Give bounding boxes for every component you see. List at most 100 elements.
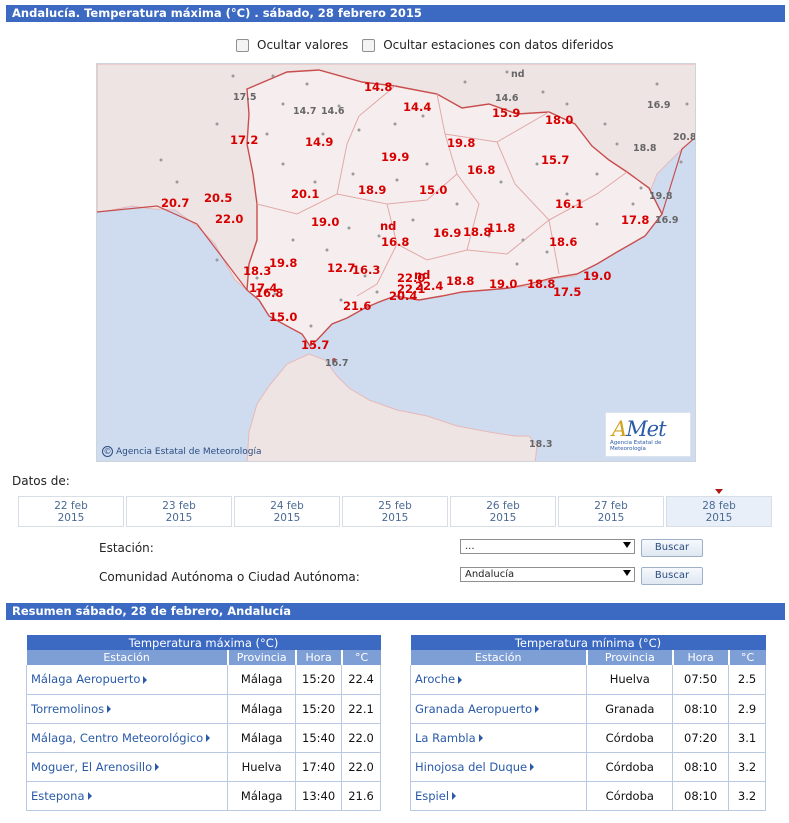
map-temperature-label[interactable]: 18.6 xyxy=(549,235,577,249)
map-temperature-label[interactable]: 16.8 xyxy=(381,235,409,249)
map-temperature-label[interactable]: 18.8 xyxy=(527,277,555,291)
map-temperature-label[interactable]: 22.0 xyxy=(215,212,243,226)
map-deferred-label[interactable]: 16.9 xyxy=(647,100,670,111)
map-temperature-label[interactable]: 15.0 xyxy=(269,310,297,324)
caret-right-icon xyxy=(107,705,112,713)
map-temperature-label[interactable]: 20.5 xyxy=(204,191,232,205)
map-temperature-label[interactable]: 14.8 xyxy=(364,80,392,94)
map-canvas: 14.8 14.4 15.9 18.0 17.2 14.9 19.9 19.8 15.7 16.8… xyxy=(97,64,696,461)
map-temperature-label[interactable]: 16.9 xyxy=(433,226,461,240)
station-link[interactable]: La Rambla xyxy=(409,723,588,753)
temperature-cell: 22.0 xyxy=(341,723,381,753)
map-temperature-label[interactable]: 21.6 xyxy=(343,299,371,313)
column-header: Provincia xyxy=(585,650,673,665)
station-link[interactable]: Hinojosa del Duque xyxy=(409,752,588,782)
map-temperature-label[interactable]: 17.5 xyxy=(553,285,581,299)
map-temperature-label[interactable]: 15.9 xyxy=(492,106,520,120)
map-deferred-label[interactable]: 18.8 xyxy=(633,143,657,154)
map-temperature-label[interactable]: 17.2 xyxy=(230,133,258,147)
map-deferred-label[interactable]: 14.7 xyxy=(293,106,316,117)
map-deferred-label[interactable]: 16.9 xyxy=(655,215,678,226)
date-tab[interactable]: 22 feb 2015 xyxy=(18,496,124,527)
time-cell: 07:20 xyxy=(672,723,730,753)
station-link[interactable]: Málaga Aeropuerto xyxy=(25,665,229,695)
map-temperature-label[interactable]: 18.3 xyxy=(243,264,271,278)
station-link[interactable]: Espiel xyxy=(409,781,588,811)
map-temperature-label[interactable]: 20.7 xyxy=(161,196,189,210)
map-temperature-label[interactable]: 16.1 xyxy=(555,197,583,211)
map-temperature-label[interactable]: 22.4 xyxy=(415,279,443,293)
map-temperature-label[interactable]: 15.7 xyxy=(301,338,329,352)
map-deferred-label[interactable]: 14.6 xyxy=(321,106,345,117)
station-link[interactable]: Málaga, Centro Meteorológico xyxy=(25,723,229,753)
station-link[interactable]: Granada Aeropuerto xyxy=(409,694,588,724)
map-temperature-label[interactable]: 16.8 xyxy=(255,286,283,300)
map-deferred-label[interactable]: 14.6 xyxy=(495,93,519,104)
time-cell: 08:10 xyxy=(672,752,730,782)
map-temperature-label[interactable]: 20.4 xyxy=(389,289,417,303)
map-temperature-label[interactable]: 15.7 xyxy=(541,153,569,167)
map-temperature-label[interactable]: 20.1 xyxy=(291,187,319,201)
date-selector: 22 feb 2015 23 feb 2015 24 feb 2015 25 feb 2… xyxy=(18,489,772,527)
temperature-map[interactable]: 14.8 14.4 15.9 18.0 17.2 14.9 19.9 19.8 15.7 16.8… xyxy=(96,63,696,462)
map-temperature-label[interactable]: 14.4 xyxy=(403,100,431,114)
map-temperature-label[interactable]: 19.0 xyxy=(583,269,611,283)
map-deferred-label[interactable]: 20.8 xyxy=(673,132,696,143)
map-temperature-label[interactable]: 14.9 xyxy=(305,135,333,149)
map-temperature-label[interactable]: 18.9 xyxy=(358,183,386,197)
map-temperature-label[interactable]: 19.0 xyxy=(489,277,517,291)
map-temperature-label[interactable]: nd xyxy=(380,219,396,233)
hide-deferred-option[interactable]: Ocultar estaciones con datos diferidos xyxy=(362,38,614,52)
hide-deferred-checkbox[interactable] xyxy=(362,38,376,52)
map-deferred-label[interactable]: nd xyxy=(511,69,525,80)
map-temperature-label[interactable]: 17.8 xyxy=(621,213,649,227)
map-deferred-label[interactable]: 16.7 xyxy=(325,358,348,369)
map-temperature-label[interactable]: 19.8 xyxy=(447,136,475,150)
date-tab[interactable]: 27 feb 2015 xyxy=(558,496,664,527)
map-temperature-label[interactable]: 19.0 xyxy=(311,215,339,229)
province-cell: Málaga xyxy=(227,665,297,695)
dropdown-arrow-icon xyxy=(623,542,631,548)
temperature-cell: 3.1 xyxy=(728,723,766,753)
province-cell: Huelva xyxy=(586,665,674,695)
station-select[interactable]: ... xyxy=(460,539,635,554)
station-search-button[interactable]: Buscar xyxy=(641,539,703,557)
table-row: La Rambla Córdoba 07:20 3.1 xyxy=(409,723,766,753)
map-temperature-label[interactable]: 18.8 xyxy=(446,274,474,288)
map-temperature-label[interactable]: 16.8 xyxy=(467,163,495,177)
hide-values-checkbox[interactable] xyxy=(236,38,249,52)
caret-right-icon xyxy=(458,675,463,684)
community-select[interactable]: Andalucía xyxy=(460,567,635,582)
map-temperature-label[interactable]: 16.3 xyxy=(352,263,380,277)
time-cell: 07:50 xyxy=(672,665,730,695)
selected-marker-icon xyxy=(715,489,723,494)
station-link[interactable]: Aroche xyxy=(409,665,588,695)
map-temperature-label[interactable]: 19.9 xyxy=(381,150,409,164)
province-cell: Málaga xyxy=(227,781,297,811)
province-cell: Huelva xyxy=(227,752,297,782)
map-credit-text: Agencia Estatal de Meteorología xyxy=(116,446,262,457)
date-tab[interactable]: 26 feb 2015 xyxy=(450,496,556,527)
hide-values-option[interactable]: Ocultar valores xyxy=(236,38,348,52)
map-deferred-label[interactable]: 17.5 xyxy=(233,92,256,103)
map-temperature-label[interactable]: 15.0 xyxy=(419,183,447,197)
map-deferred-label[interactable]: 18.3 xyxy=(529,439,552,450)
map-temperature-label[interactable]: 19.8 xyxy=(269,256,297,270)
temperature-cell: 22.1 xyxy=(341,694,381,724)
station-link[interactable]: Torremolinos xyxy=(25,694,229,724)
hide-values-label: Ocultar valores xyxy=(257,38,349,52)
station-link[interactable]: Moguer, El Arenosillo xyxy=(25,752,229,782)
community-search-button[interactable]: Buscar xyxy=(641,567,703,585)
date-tab[interactable]: 23 feb 2015 xyxy=(126,496,232,527)
map-deferred-label[interactable]: 19.8 xyxy=(649,191,673,202)
station-link[interactable]: Estepona xyxy=(25,781,229,811)
aemet-logo[interactable]: AMet Agencia Estatal de Meteorología xyxy=(605,412,691,457)
table-body: Aroche Huelva 07:50 2.5 Granada Aeropuerto Gr… xyxy=(409,665,766,811)
map-temperature-label[interactable]: 18.0 xyxy=(545,113,573,127)
column-header: °C xyxy=(727,650,766,665)
date-tab[interactable]: 24 feb 2015 xyxy=(234,496,340,527)
date-tab[interactable]: 25 feb 2015 xyxy=(342,496,448,527)
map-temperature-label[interactable]: 11.8 xyxy=(487,221,515,235)
summary-title: Resumen sábado, 28 de febrero, Andalucía xyxy=(6,603,785,620)
date-tab-selected[interactable]: 28 feb 2015 xyxy=(666,489,772,527)
